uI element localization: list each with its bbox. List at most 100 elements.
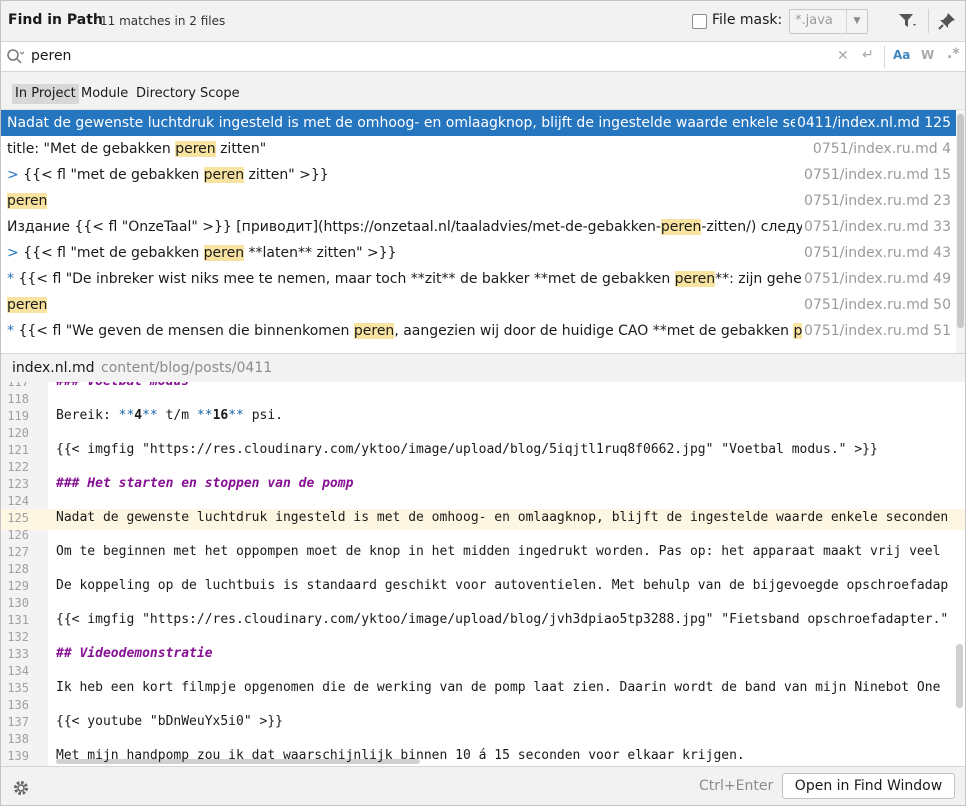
preview-header: index.nl.md content/blog/posts/0411 (1, 353, 965, 383)
line-number: 134 (7, 664, 29, 678)
results-list[interactable]: Nadat de gewenste luchtdruk ingesteld is… (1, 110, 956, 353)
line-number: 138 (7, 732, 29, 746)
line-number: 117 (7, 382, 29, 389)
result-row[interactable]: > {{< fl "met de gebakken peren **laten*… (1, 240, 956, 266)
result-fragment: {{< fl "We geven de mensen die binnenkom… (18, 323, 354, 339)
line-number: 137 (7, 715, 29, 729)
result-fragment: , aangezien wij door de huidige CAO **me… (394, 323, 794, 339)
line-number: 133 (7, 647, 29, 661)
file-mask-checkbox[interactable] (692, 14, 707, 29)
code-line: Met mijn handpomp zou ik dat waarschijnl… (56, 748, 745, 763)
result-location: 0751/index.ru.md 23 (802, 188, 951, 214)
tab-module[interactable]: Module (78, 84, 131, 104)
result-row[interactable]: > {{< fl "met de gebakken peren zitten" … (1, 162, 956, 188)
tab-in-project[interactable]: In Project (12, 84, 79, 104)
markdown-heading: ## Videodemonstratie (56, 646, 213, 661)
result-fragment: Издание {{< fl "OnzeTaal" >}} [приводит]… (7, 219, 661, 235)
whole-word-toggle[interactable]: W (921, 48, 934, 62)
preview-file-path: content/blog/posts/0411 (101, 360, 273, 376)
result-line: 125 (924, 115, 951, 131)
line-number: 123 (7, 477, 29, 491)
line-number: 118 (7, 392, 29, 406)
result-file: 0751/index.ru.md (804, 297, 929, 313)
result-location: 0411/index.nl.md 125 (794, 110, 951, 136)
line-number: 131 (7, 613, 29, 627)
match-highlight: peren (7, 193, 48, 209)
filter-icon[interactable] (897, 11, 919, 31)
title-bar[interactable]: Find in Path 11 matches in 2 files File … (1, 1, 965, 42)
result-location: 0751/index.ru.md 4 (810, 136, 951, 162)
match-highlight: peren (203, 167, 245, 183)
result-fragment: zitten" >}} (244, 167, 329, 183)
result-line: 15 (933, 167, 951, 183)
code-token: 4 (134, 408, 143, 423)
result-file: 0751/index.ru.md (804, 245, 929, 261)
result-text: title: "Met de gebakken peren zitten" (7, 136, 947, 162)
result-file: 0751/index.ru.md (804, 167, 929, 183)
chevron-down-icon[interactable]: ▼ (846, 10, 867, 33)
match-case-toggle[interactable]: Aa (893, 48, 910, 62)
result-row[interactable]: peren 0751/index.ru.md 23 (1, 188, 956, 214)
line-number: 124 (7, 494, 29, 508)
code-token: {{< imgfig "https://res.cloudinary.com/y… (56, 442, 878, 457)
result-fragment: **laten** zitten" >}} (244, 245, 397, 261)
editor-vertical-scrollbar[interactable] (956, 644, 963, 708)
results-scroll-thumb[interactable] (957, 114, 964, 328)
code-token: ** (142, 408, 158, 423)
code-token: De koppeling op de luchtbuis is standaar… (56, 578, 949, 593)
pin-icon[interactable] (937, 11, 957, 31)
match-highlight: peren (674, 271, 716, 287)
code-line: ### Voetbal modus (56, 382, 189, 389)
code-token: Ik heb een kort filmpje opgenomen die de… (56, 680, 941, 695)
line-number: 121 (7, 443, 29, 457)
line-number: 126 (7, 528, 29, 542)
open-in-find-window-button[interactable]: Open in Find Window (782, 773, 955, 799)
code-line: {{< imgfig "https://res.cloudinary.com/y… (56, 442, 878, 457)
result-row[interactable]: * {{< fl "We geven de mensen die binnenk… (1, 318, 956, 344)
result-row[interactable]: peren 0751/index.ru.md 50 (1, 292, 956, 318)
line-number: 128 (7, 562, 29, 576)
match-count: 11 matches in 2 files (100, 14, 226, 28)
result-line: 4 (942, 141, 951, 157)
preview-editor[interactable]: 117 ### Voetbal modus 118 119 Bereik: **4** … (1, 382, 965, 766)
code-line: De koppeling op de luchtbuis is standaar… (56, 578, 948, 593)
result-fragment: > (7, 245, 24, 261)
result-file: 0751/index.ru.md (804, 271, 929, 287)
search-input[interactable] (31, 46, 731, 66)
results-scrollbar[interactable] (956, 110, 965, 353)
code-token: t/m (157, 408, 197, 423)
result-row[interactable]: title: "Met de gebakken peren zitten" 075… (1, 136, 956, 162)
dialog-title: Find in Path (8, 12, 103, 28)
line-number: 130 (7, 596, 29, 610)
code-line: Om te beginnen met het oppompen moet de … (56, 544, 940, 559)
tab-directory[interactable]: Directory (133, 84, 199, 104)
code-token: {{< imgfig "https://res.cloudinary.com/y… (56, 612, 949, 627)
regex-toggle[interactable]: .* (947, 46, 960, 62)
file-mask-label[interactable]: File mask: (712, 12, 782, 28)
result-location: 0751/index.ru.md 15 (802, 162, 951, 188)
code-token: Nadat de gewenste luchtdruk ingesteld is… (56, 510, 949, 525)
result-line: 49 (933, 271, 951, 287)
code-line: {{< imgfig "https://res.cloudinary.com/y… (56, 612, 948, 627)
newline-icon[interactable]: ↵ (862, 47, 874, 63)
code-line: ### Het starten en stoppen van de pomp (56, 476, 353, 491)
code-token: Bereik: (56, 408, 119, 423)
gear-icon[interactable] (12, 779, 30, 797)
result-location: 0751/index.ru.md 33 (802, 214, 951, 240)
result-row[interactable]: * {{< fl "De inbreker wist niks mee te n… (1, 266, 956, 292)
search-icon[interactable] (6, 48, 24, 64)
clear-icon[interactable]: ✕ (837, 48, 849, 64)
result-file: 0751/index.ru.md (804, 323, 929, 339)
line-number: 139 (7, 749, 29, 763)
find-in-path-dialog: Find in Path 11 matches in 2 files File … (0, 0, 966, 806)
match-highlight: peren (660, 219, 702, 235)
code-token: {{< youtube "bDnWeuYx5i0" >}} (56, 714, 283, 729)
result-row[interactable]: Издание {{< fl "OnzeTaal" >}} [приводит]… (1, 214, 956, 240)
result-row[interactable]: Nadat de gewenste luchtdruk ingesteld is… (1, 110, 956, 136)
tab-scope[interactable]: Scope (197, 84, 243, 104)
result-location: 0751/index.ru.md 51 (802, 318, 951, 344)
match-highlight: peren (353, 323, 395, 339)
file-mask-combo[interactable]: *.java ▼ (789, 9, 868, 34)
result-fragment: * (7, 271, 19, 287)
scope-tabs: In Project Module Directory Scope (1, 72, 965, 110)
